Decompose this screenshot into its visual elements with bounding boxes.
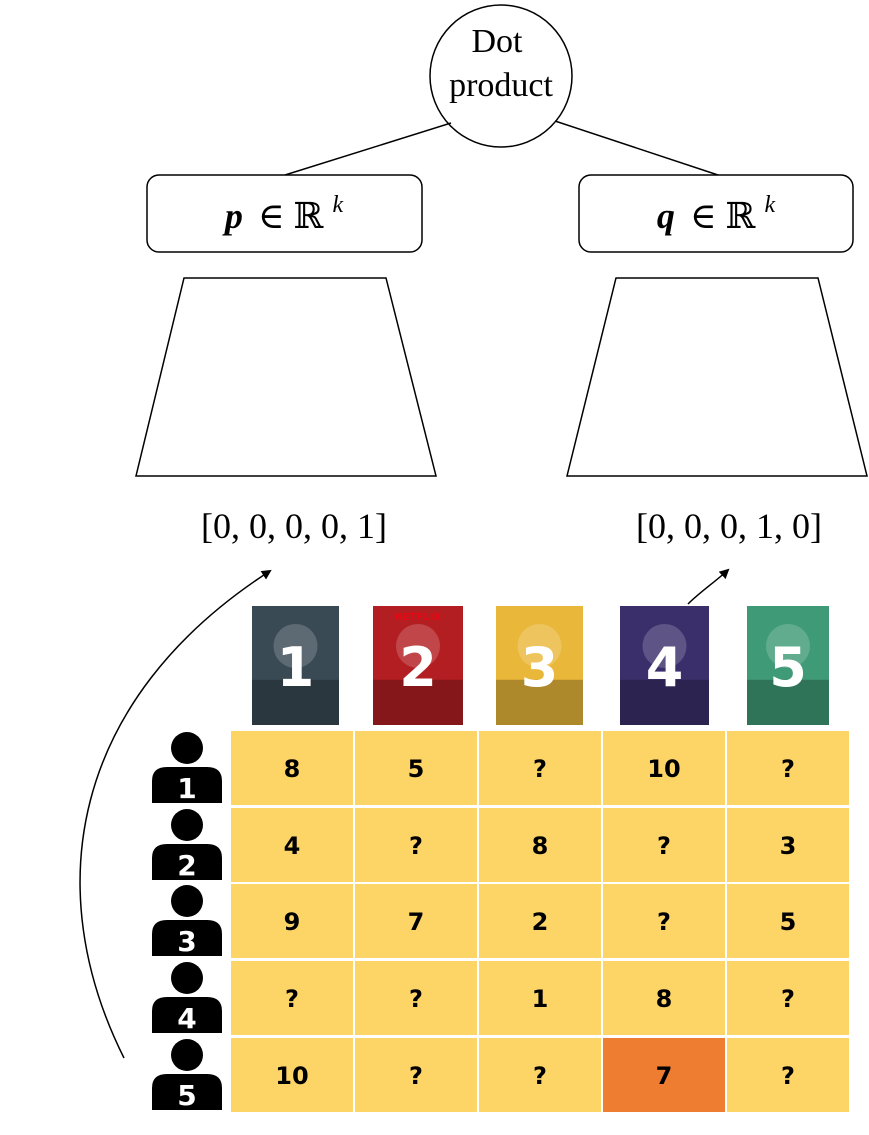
rating-value: 8 xyxy=(532,832,549,860)
rating-cell: ? xyxy=(479,731,601,805)
netflix-logo: NETFLIX xyxy=(395,612,442,623)
movie-number: 2 xyxy=(399,636,437,699)
rating-value: ? xyxy=(657,832,671,860)
dot-product-label-line2: product xyxy=(449,67,553,104)
rating-value: ? xyxy=(533,755,547,783)
user-number: 2 xyxy=(177,849,196,882)
connector-left xyxy=(284,122,452,176)
rating-value: 9 xyxy=(284,908,301,936)
rating-cell: ? xyxy=(479,1038,601,1112)
user-number: 5 xyxy=(177,1079,196,1112)
user-onehot-vector: [0, 0, 0, 0, 1] xyxy=(201,506,387,546)
movie-posters: 1 NETFLIX 2 3 4 5 xyxy=(252,606,829,725)
user-number: 1 xyxy=(177,772,196,805)
rating-value: 5 xyxy=(780,908,797,936)
rating-cell: 3 xyxy=(727,808,849,882)
rating-cell: 2 xyxy=(479,884,601,958)
rating-cell: 7 xyxy=(355,884,477,958)
highlighted-rating-cell: 7 xyxy=(603,1038,725,1112)
rating-cell: 4 xyxy=(231,808,353,882)
rating-value: ? xyxy=(409,985,423,1013)
rating-value: 10 xyxy=(275,1062,308,1090)
rating-cell: ? xyxy=(727,731,849,805)
rating-cell: 5 xyxy=(727,884,849,958)
movie-poster-2: NETFLIX 2 xyxy=(373,606,463,725)
rating-cell: 10 xyxy=(231,1038,353,1112)
movie-number: 3 xyxy=(521,636,559,699)
rating-cell: 10 xyxy=(603,731,725,805)
rating-cell: ? xyxy=(727,1038,849,1112)
user-icon-3: 3 xyxy=(152,885,222,958)
rating-value: ? xyxy=(781,985,795,1013)
ratings-matrix: 8 5? 10 ? 4? 8? 3 9 7 2? 5?? 1 8 ? 10?? 7? xyxy=(231,731,849,1112)
user-icon-4: 4 xyxy=(152,962,222,1035)
rating-value: 4 xyxy=(284,832,301,860)
user-icon-5: 5 xyxy=(152,1039,222,1112)
user-embedding-box: p ∈ ℝ k xyxy=(146,174,423,253)
user-icon-2: 2 xyxy=(152,809,222,882)
rating-value: 5 xyxy=(408,755,425,783)
movie-poster-5: 5 xyxy=(747,606,829,725)
rating-cell: ? xyxy=(727,961,849,1035)
rating-cell: ? xyxy=(355,1038,477,1112)
connector-right xyxy=(554,120,719,176)
rating-cell: 8 xyxy=(603,961,725,1035)
rating-cell: 1 xyxy=(479,961,601,1035)
rating-value: 1 xyxy=(532,985,549,1013)
rating-value: 10 xyxy=(647,755,680,783)
rating-value: 8 xyxy=(656,985,673,1013)
rating-cell: 9 xyxy=(231,884,353,958)
rating-cell: ? xyxy=(355,961,477,1035)
rating-value: 2 xyxy=(532,908,549,936)
item-onehot-vector: [0, 0, 0, 1, 0] xyxy=(636,506,822,546)
movie-number: 5 xyxy=(769,636,807,699)
user-icons: 1 2 3 4 5 xyxy=(152,732,222,1112)
rating-value: ? xyxy=(285,985,299,1013)
rating-value: ? xyxy=(533,1062,547,1090)
movie-poster-4: 4 xyxy=(620,606,709,725)
user-number: 4 xyxy=(177,1002,196,1035)
recsys-diagram: Dot product p ∈ ℝ k q ∈ ℝ k [0, 0, 0, 0,… xyxy=(79,4,868,1112)
rating-cell: ? xyxy=(603,808,725,882)
rating-value: ? xyxy=(657,908,671,936)
item-encoder xyxy=(566,277,868,477)
rating-cell: ? xyxy=(603,884,725,958)
dot-product-node: Dot product xyxy=(429,4,573,148)
dot-product-label-line1: Dot xyxy=(472,23,524,60)
user-embedding-label: p ∈ ℝ k xyxy=(222,192,344,236)
rating-value: ? xyxy=(781,1062,795,1090)
item-embedding-label: q ∈ ℝ k xyxy=(657,192,776,236)
rating-value: 7 xyxy=(656,1062,673,1090)
rating-cell: 8 xyxy=(231,731,353,805)
movie-poster-1: 1 xyxy=(252,606,339,725)
rating-cell: ? xyxy=(231,961,353,1035)
rating-value: ? xyxy=(409,832,423,860)
item-embedding-box: q ∈ ℝ k xyxy=(578,174,854,253)
movie-number: 1 xyxy=(277,636,315,699)
rating-value: 7 xyxy=(408,908,425,936)
rating-cell: 8 xyxy=(479,808,601,882)
movie-number: 4 xyxy=(646,636,684,699)
rating-value: ? xyxy=(409,1062,423,1090)
rating-value: ? xyxy=(781,755,795,783)
rating-value: 3 xyxy=(780,832,797,860)
movie-poster-3: 3 xyxy=(496,606,583,725)
item-arrow xyxy=(687,568,730,605)
user-icon-1: 1 xyxy=(152,732,222,805)
rating-cell: 5 xyxy=(355,731,477,805)
rating-value: 8 xyxy=(284,755,301,783)
rating-cell: ? xyxy=(355,808,477,882)
user-number: 3 xyxy=(177,925,196,958)
user-encoder xyxy=(135,277,437,477)
